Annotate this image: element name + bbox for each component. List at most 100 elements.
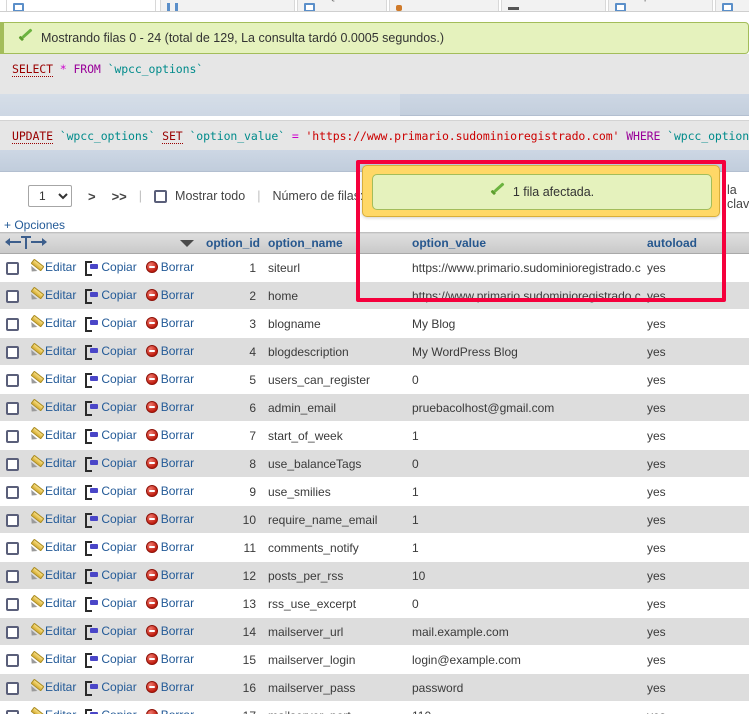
copy-row-button[interactable]: Copiar (85, 484, 137, 501)
delete-row-button[interactable]: Borrar (145, 428, 194, 442)
copy-row-button[interactable]: Copiar (85, 652, 137, 669)
edit-row-button[interactable]: Editar (29, 400, 76, 414)
delete-row-button[interactable]: Borrar (145, 512, 194, 526)
edit-row-button[interactable]: Editar (29, 456, 76, 470)
edit-row-button[interactable]: Editar (29, 260, 76, 274)
row-select-checkbox[interactable] (6, 541, 19, 555)
copy-row-button[interactable]: Copiar (85, 260, 137, 277)
delete-row-button[interactable]: Borrar (145, 260, 194, 274)
copy-row-button[interactable]: Copiar (85, 400, 137, 417)
table-row[interactable]: Editar Copiar Borrar 2 home https://www.prima… (0, 281, 749, 310)
edit-row-button[interactable]: Editar (29, 596, 76, 610)
row-select-checkbox[interactable] (6, 485, 19, 499)
table-row[interactable]: Editar Copiar Borrar 7 start_of_week 1 yes (0, 421, 749, 450)
show-all-checkbox[interactable] (154, 189, 168, 203)
update-query-display[interactable]: UPDATE `wpcc_options` SET `option_value`… (0, 120, 749, 150)
delete-row-button[interactable]: Borrar (145, 652, 194, 666)
table-row[interactable]: Editar Copiar Borrar 12 posts_per_rss 10 yes (0, 561, 749, 590)
row-select-checkbox[interactable] (6, 261, 19, 275)
delete-row-button[interactable]: Borrar (145, 484, 194, 498)
edit-row-button[interactable]: Editar (29, 652, 76, 666)
header-actions[interactable] (0, 232, 200, 254)
table-row[interactable]: Editar Copiar Borrar 8 use_balanceTags 0 yes (0, 449, 749, 478)
row-select-checkbox[interactable] (6, 597, 19, 611)
edit-row-button[interactable]: Editar (29, 344, 76, 358)
last-page-button[interactable]: >> (112, 189, 127, 204)
table-row[interactable]: Editar Copiar Borrar 17mailserver_port110ye… (0, 701, 749, 714)
edit-row-button[interactable]: Editar (29, 624, 76, 638)
delete-row-button[interactable]: Borrar (145, 372, 194, 386)
table-row[interactable]: Editar Copiar Borrar 9 use_smilies 1 yes (0, 477, 749, 506)
table-row[interactable]: Editar Copiar Borrar 4 blogdescription My Wor… (0, 337, 749, 366)
delete-row-button[interactable]: Borrar (145, 316, 194, 330)
next-page-button[interactable]: > (88, 189, 96, 204)
table-row[interactable]: Editar Copiar Borrar 1 siteurl https://www.pr… (0, 253, 749, 282)
edit-row-button[interactable]: Editar (29, 316, 76, 330)
edit-row-button[interactable]: Editar (29, 708, 76, 714)
copy-row-button[interactable]: Copiar (85, 316, 137, 333)
row-select-checkbox[interactable] (6, 373, 19, 387)
copy-row-button[interactable]: Copiar (85, 624, 137, 641)
copy-row-button[interactable]: Copiar (85, 372, 137, 389)
copy-row-button[interactable]: Copiar (85, 596, 137, 613)
row-select-checkbox[interactable] (6, 317, 19, 331)
edit-row-button[interactable]: Editar (29, 512, 76, 526)
delete-row-button[interactable]: Borrar (145, 568, 194, 582)
header-autoload[interactable]: autoload (641, 232, 749, 254)
table-row[interactable]: Editar Copiar Borrar 16 mailserver_pass passw… (0, 673, 749, 702)
copy-row-button[interactable]: Copiar (85, 512, 137, 529)
delete-row-button[interactable]: Borrar (145, 400, 194, 414)
delete-row-button[interactable]: Borrar (145, 596, 194, 610)
row-select-checkbox[interactable] (6, 345, 19, 359)
table-row[interactable]: Editar Copiar Borrar 11 comments_notify 1 yes (0, 533, 749, 562)
table-row[interactable]: Editar Copiar Borrar 5 users_can_register 0 ye… (0, 365, 749, 394)
delete-row-button[interactable]: Borrar (145, 540, 194, 554)
table-row[interactable]: Editar Copiar Borrar 15 mailserver_login logi… (0, 645, 749, 674)
table-row[interactable]: Editar Copiar Borrar 10 require_name_email 1 y… (0, 505, 749, 534)
row-select-checkbox[interactable] (6, 709, 19, 714)
table-row[interactable]: Editar Copiar Borrar 13 rss_use_excerpt 0 yes (0, 589, 749, 618)
copy-row-button[interactable]: Copiar (85, 708, 137, 714)
header-option-name[interactable]: option_name (262, 232, 406, 254)
edit-row-button[interactable]: Editar (29, 372, 76, 386)
row-select-checkbox[interactable] (6, 429, 19, 443)
table-row[interactable]: Editar Copiar Borrar 14 mailserver_url mail.e… (0, 617, 749, 646)
options-toggle-link[interactable]: + Opciones (4, 218, 65, 232)
copy-row-button[interactable]: Copiar (85, 288, 137, 305)
delete-row-button[interactable]: Borrar (145, 624, 194, 638)
copy-row-button[interactable]: Copiar (85, 680, 137, 697)
table-row[interactable]: Editar Copiar Borrar 3 blogname My Blog yes (0, 309, 749, 338)
copy-label: Copiar (101, 540, 137, 555)
select-query-display[interactable]: SELECT * FROM `wpcc_options` (0, 54, 749, 82)
copy-row-button[interactable]: Copiar (85, 568, 137, 585)
delete-row-button[interactable]: Borrar (145, 680, 194, 694)
row-select-checkbox[interactable] (6, 513, 19, 527)
chevron-down-icon[interactable] (180, 240, 194, 247)
edit-row-button[interactable]: Editar (29, 484, 76, 498)
row-select-checkbox[interactable] (6, 457, 19, 471)
edit-row-button[interactable]: Editar (29, 540, 76, 554)
row-select-checkbox[interactable] (6, 625, 19, 639)
copy-row-button[interactable]: Copiar (85, 428, 137, 445)
delete-row-button[interactable]: Borrar (145, 344, 194, 358)
header-option-id[interactable]: option_id (200, 232, 262, 254)
edit-row-button[interactable]: Editar (29, 288, 76, 302)
delete-row-button[interactable]: Borrar (145, 708, 194, 714)
copy-row-button[interactable]: Copiar (85, 540, 137, 557)
header-option-value[interactable]: option_value (406, 232, 641, 254)
delete-row-button[interactable]: Borrar (145, 456, 194, 470)
row-select-checkbox[interactable] (6, 653, 19, 667)
edit-row-button[interactable]: Editar (29, 680, 76, 694)
row-select-checkbox[interactable] (6, 289, 19, 303)
sort-direction-icon[interactable] (5, 236, 47, 250)
copy-row-button[interactable]: Copiar (85, 344, 137, 361)
delete-row-button[interactable]: Borrar (145, 288, 194, 302)
table-row[interactable]: Editar Copiar Borrar 6 admin_email pruebacolh… (0, 393, 749, 422)
edit-row-button[interactable]: Editar (29, 428, 76, 442)
row-select-checkbox[interactable] (6, 681, 19, 695)
edit-row-button[interactable]: Editar (29, 568, 76, 582)
row-select-checkbox[interactable] (6, 401, 19, 415)
copy-row-button[interactable]: Copiar (85, 456, 137, 473)
page-number-select[interactable]: 1 (28, 185, 72, 207)
row-select-checkbox[interactable] (6, 569, 19, 583)
